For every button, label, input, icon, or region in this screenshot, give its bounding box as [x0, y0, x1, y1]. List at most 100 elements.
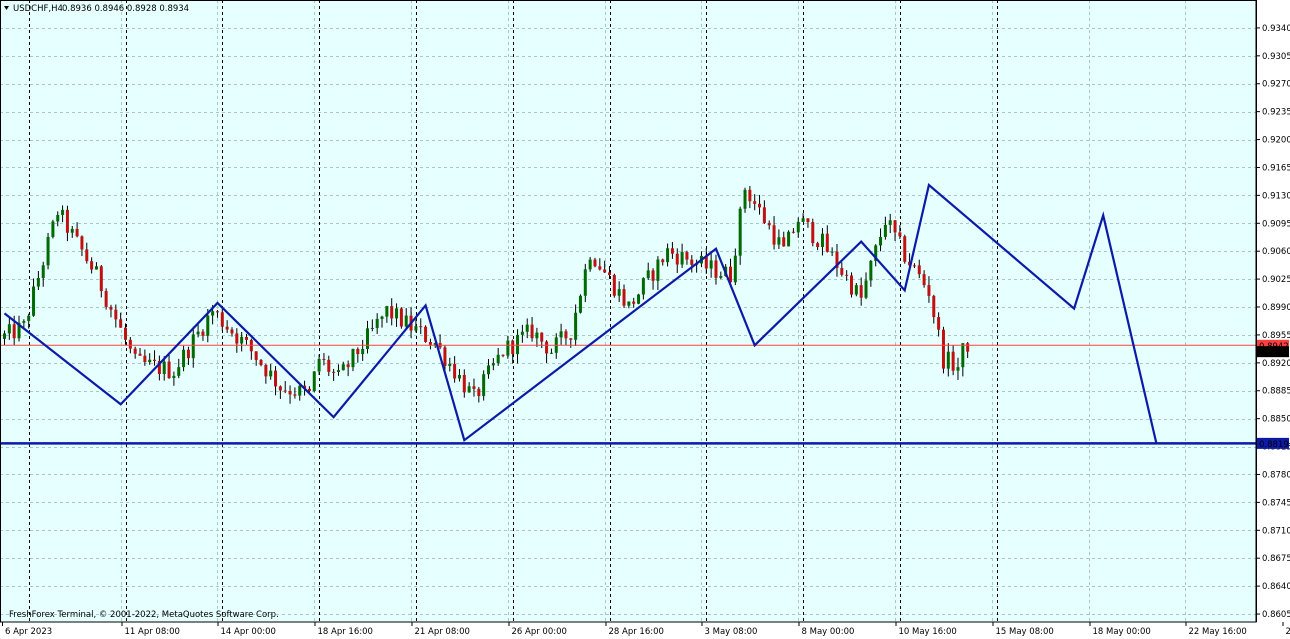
candle-body-up: [312, 371, 316, 392]
price-tick-label: 0.8710: [1262, 526, 1290, 536]
candle-body-down: [816, 243, 820, 247]
candle-body-down: [254, 351, 258, 360]
candle-body-down: [230, 329, 234, 334]
candle-body-down: [477, 388, 481, 397]
candle-body-down: [288, 390, 292, 395]
candle-body-down: [811, 222, 815, 244]
candle-body-up: [414, 326, 418, 331]
candle-body-down: [201, 331, 205, 336]
candle-body-down: [825, 233, 829, 252]
candle-body-down: [501, 354, 505, 356]
candle-body-down: [153, 359, 157, 361]
price-tick-label: 0.9235: [1262, 108, 1290, 118]
candle-body-down: [545, 341, 549, 354]
price-tick-label: 0.9200: [1262, 136, 1290, 146]
candle-body-down: [186, 349, 190, 359]
price-tick-label: 0.8955: [1262, 331, 1290, 341]
candle-body-up: [879, 236, 883, 246]
plot-background: [0, 0, 1256, 622]
candle-body-down: [598, 266, 602, 270]
price-tick-label: 0.8605: [1262, 610, 1290, 620]
candle-body-down: [917, 265, 921, 275]
candle-body-up: [366, 328, 369, 349]
price-axis-panel: [1257, 0, 1290, 639]
candle-body-down: [278, 386, 282, 391]
candle-body-down: [767, 222, 771, 226]
time-tick-label: 15 May 08:00: [996, 627, 1054, 637]
candle-body-up: [888, 220, 892, 225]
candle-body-down: [593, 259, 597, 267]
price-tick-label: 0.9270: [1262, 80, 1290, 90]
time-tick-label: 18 Apr 16:00: [318, 627, 373, 637]
candle-body-down: [530, 324, 534, 339]
candle-body-up: [27, 315, 31, 322]
support-price-tag: 0.8819: [1259, 440, 1289, 450]
candle-body-down: [748, 189, 752, 202]
candle-body-up: [61, 209, 65, 215]
candle-body-down: [661, 259, 665, 263]
candle-body-up: [869, 260, 873, 281]
candle-body-down: [608, 272, 611, 276]
price-tick-label: 0.8640: [1262, 582, 1290, 592]
candle-body-down: [124, 327, 127, 340]
candle-body-up: [211, 311, 215, 316]
candle-body-up: [491, 363, 495, 366]
candle-body-up: [94, 266, 98, 270]
candle-body-down: [443, 347, 447, 366]
candle-body-down: [791, 231, 795, 233]
candle-body-down: [133, 348, 137, 354]
candle-body-down: [215, 311, 219, 313]
candle-body-down: [762, 207, 766, 223]
candle-body-up: [467, 386, 471, 393]
candle-body-down: [453, 363, 457, 379]
candle-body-up: [22, 321, 26, 323]
candle-body-down: [612, 275, 616, 296]
candle-body-down: [322, 358, 326, 360]
candle-body-up: [298, 385, 302, 396]
price-tick-label: 0.8920: [1262, 359, 1290, 369]
candle-body-up: [946, 351, 950, 369]
candle-body-up: [457, 375, 461, 379]
candle-body-up: [482, 374, 486, 397]
candle-body-up: [709, 260, 713, 269]
candle-body-down: [119, 319, 123, 328]
candle-body-down: [259, 359, 263, 366]
candle-body-up: [385, 306, 389, 317]
candle-body-down: [143, 355, 147, 363]
candle-body-down: [65, 209, 69, 233]
candle-body-up: [404, 315, 408, 327]
candle-body-up: [487, 365, 490, 375]
candle-body-down: [390, 306, 394, 319]
time-tick-label: 21 Apr 08:00: [415, 627, 470, 637]
candle-body-down: [922, 274, 926, 286]
candle-body-up: [375, 318, 379, 328]
candle-body-down: [903, 236, 907, 262]
candle-body-down: [912, 265, 916, 267]
candle-body-down: [622, 289, 626, 306]
candle-body-up: [317, 358, 321, 372]
candle-body-up: [148, 359, 152, 363]
candle-body-up: [617, 289, 621, 296]
price-tick-label: 0.8745: [1262, 498, 1290, 508]
price-tick-label: 0.9305: [1262, 52, 1290, 62]
candle-body-up: [646, 270, 650, 279]
candle-body-up: [206, 315, 210, 336]
candle-body-down: [941, 329, 945, 369]
candle-body-up: [777, 237, 781, 245]
candle-body-up: [535, 332, 539, 339]
candle-body-up: [51, 221, 55, 237]
candle-body-down: [293, 394, 297, 396]
candle-body-up: [32, 286, 36, 316]
candle-body-down: [138, 353, 142, 356]
current-price-tag: 0.8934: [1259, 348, 1289, 358]
candle-body-down: [75, 228, 79, 237]
candle-body-up: [361, 348, 365, 355]
chart-canvas[interactable]: 0.9340 0.9305 0.9270 0.9235 0.9200 0.9165 0.91…: [0, 0, 1290, 639]
candle-body-up: [341, 364, 345, 371]
candle-body-down: [850, 275, 853, 295]
candle-body-up: [496, 354, 500, 364]
time-tick-label: 28 Apr 16:00: [609, 627, 664, 637]
candle-body-up: [448, 363, 452, 366]
candle-body-down: [85, 249, 89, 262]
candle-body-down: [245, 336, 248, 340]
